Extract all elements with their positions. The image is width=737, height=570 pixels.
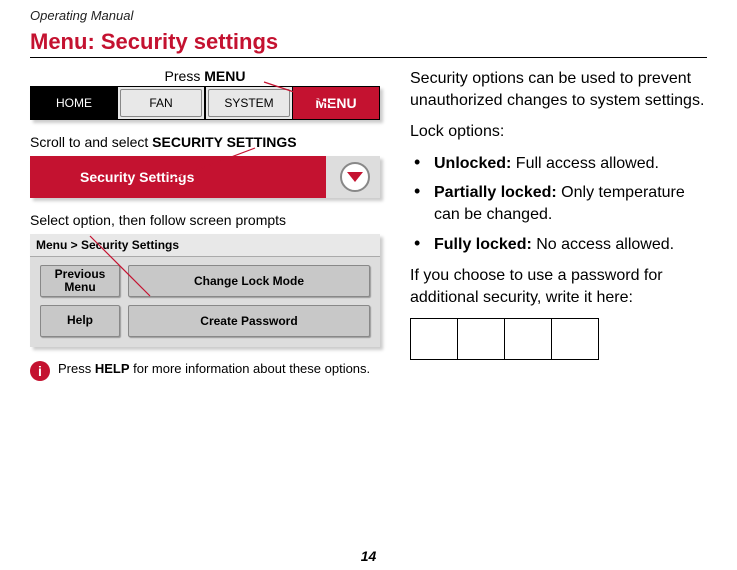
tab-menu[interactable]: MENU <box>293 87 379 119</box>
password-boxes <box>410 318 707 360</box>
info-icon: i <box>30 361 50 381</box>
change-lock-mode-button[interactable]: Change Lock Mode <box>128 265 370 297</box>
password-box-3[interactable] <box>504 318 552 360</box>
press-menu-label: Press MENU <box>30 68 380 84</box>
password-box-2[interactable] <box>457 318 505 360</box>
opt0-desc: Full access allowed. <box>511 155 659 172</box>
intro-text: Security options can be used to prevent … <box>410 68 707 111</box>
press-bold: MENU <box>204 68 245 84</box>
password-box-4[interactable] <box>551 318 599 360</box>
info-prefix: Press <box>58 361 95 376</box>
lock-option-full: Fully locked: No access allowed. <box>410 234 707 256</box>
security-settings-row: Security Settings <box>30 156 380 198</box>
create-password-button[interactable]: Create Password <box>128 305 370 337</box>
step3-label: Select option, then follow screen prompt… <box>30 212 380 228</box>
manual-header: Operating Manual <box>30 8 707 23</box>
step2-label: Scroll to and select SECURITY SETTINGS <box>30 134 380 150</box>
step2-prefix: Scroll to and select <box>30 134 152 150</box>
opt2-desc: No access allowed. <box>532 236 674 253</box>
password-note: If you choose to use a password for addi… <box>410 265 707 308</box>
lock-options-list: Unlocked: Full access allowed. Partially… <box>410 153 707 255</box>
tab-system[interactable]: SYSTEM <box>205 87 293 119</box>
scroll-down-button[interactable] <box>330 156 380 198</box>
security-settings-item[interactable]: Security Settings <box>30 156 330 198</box>
tab-system-label: SYSTEM <box>224 96 273 110</box>
tab-fan[interactable]: FAN <box>117 87 205 119</box>
previous-menu-button[interactable]: Previous Menu <box>40 265 120 297</box>
info-note: i Press HELP for more information about … <box>30 361 380 381</box>
security-options-panel: Menu > Security Settings Previous Menu C… <box>30 234 380 347</box>
chevron-down-icon <box>340 162 370 192</box>
tab-home[interactable]: HOME <box>31 87 117 119</box>
tab-bar: HOME FAN SYSTEM MENU <box>30 86 380 120</box>
tab-fan-label: FAN <box>149 96 172 110</box>
content-columns: Press MENU HOME FAN SYSTEM MENU Scroll t… <box>30 68 707 381</box>
page-number: 14 <box>0 548 737 564</box>
help-button[interactable]: Help <box>40 305 120 337</box>
prev-line2: Menu <box>64 281 95 294</box>
opt1-name: Partially locked: <box>434 184 557 201</box>
lock-options-label: Lock options: <box>410 121 707 143</box>
title-rule <box>30 57 707 58</box>
opt0-name: Unlocked: <box>434 155 511 172</box>
opt2-name: Fully locked: <box>434 236 532 253</box>
lock-option-unlocked: Unlocked: Full access allowed. <box>410 153 707 175</box>
info-suffix: for more information about these options… <box>130 361 371 376</box>
press-prefix: Press <box>165 68 205 84</box>
info-text: Press HELP for more information about th… <box>58 361 370 381</box>
step2-bold: SECURITY SETTINGS <box>152 134 296 150</box>
breadcrumb: Menu > Security Settings <box>30 234 380 257</box>
left-column: Press MENU HOME FAN SYSTEM MENU Scroll t… <box>30 68 380 381</box>
lock-option-partial: Partially locked: Only temperature can b… <box>410 182 707 225</box>
right-column: Security options can be used to prevent … <box>410 68 707 381</box>
password-box-1[interactable] <box>410 318 458 360</box>
info-bold: HELP <box>95 361 130 376</box>
page-title: Menu: Security settings <box>30 29 707 55</box>
